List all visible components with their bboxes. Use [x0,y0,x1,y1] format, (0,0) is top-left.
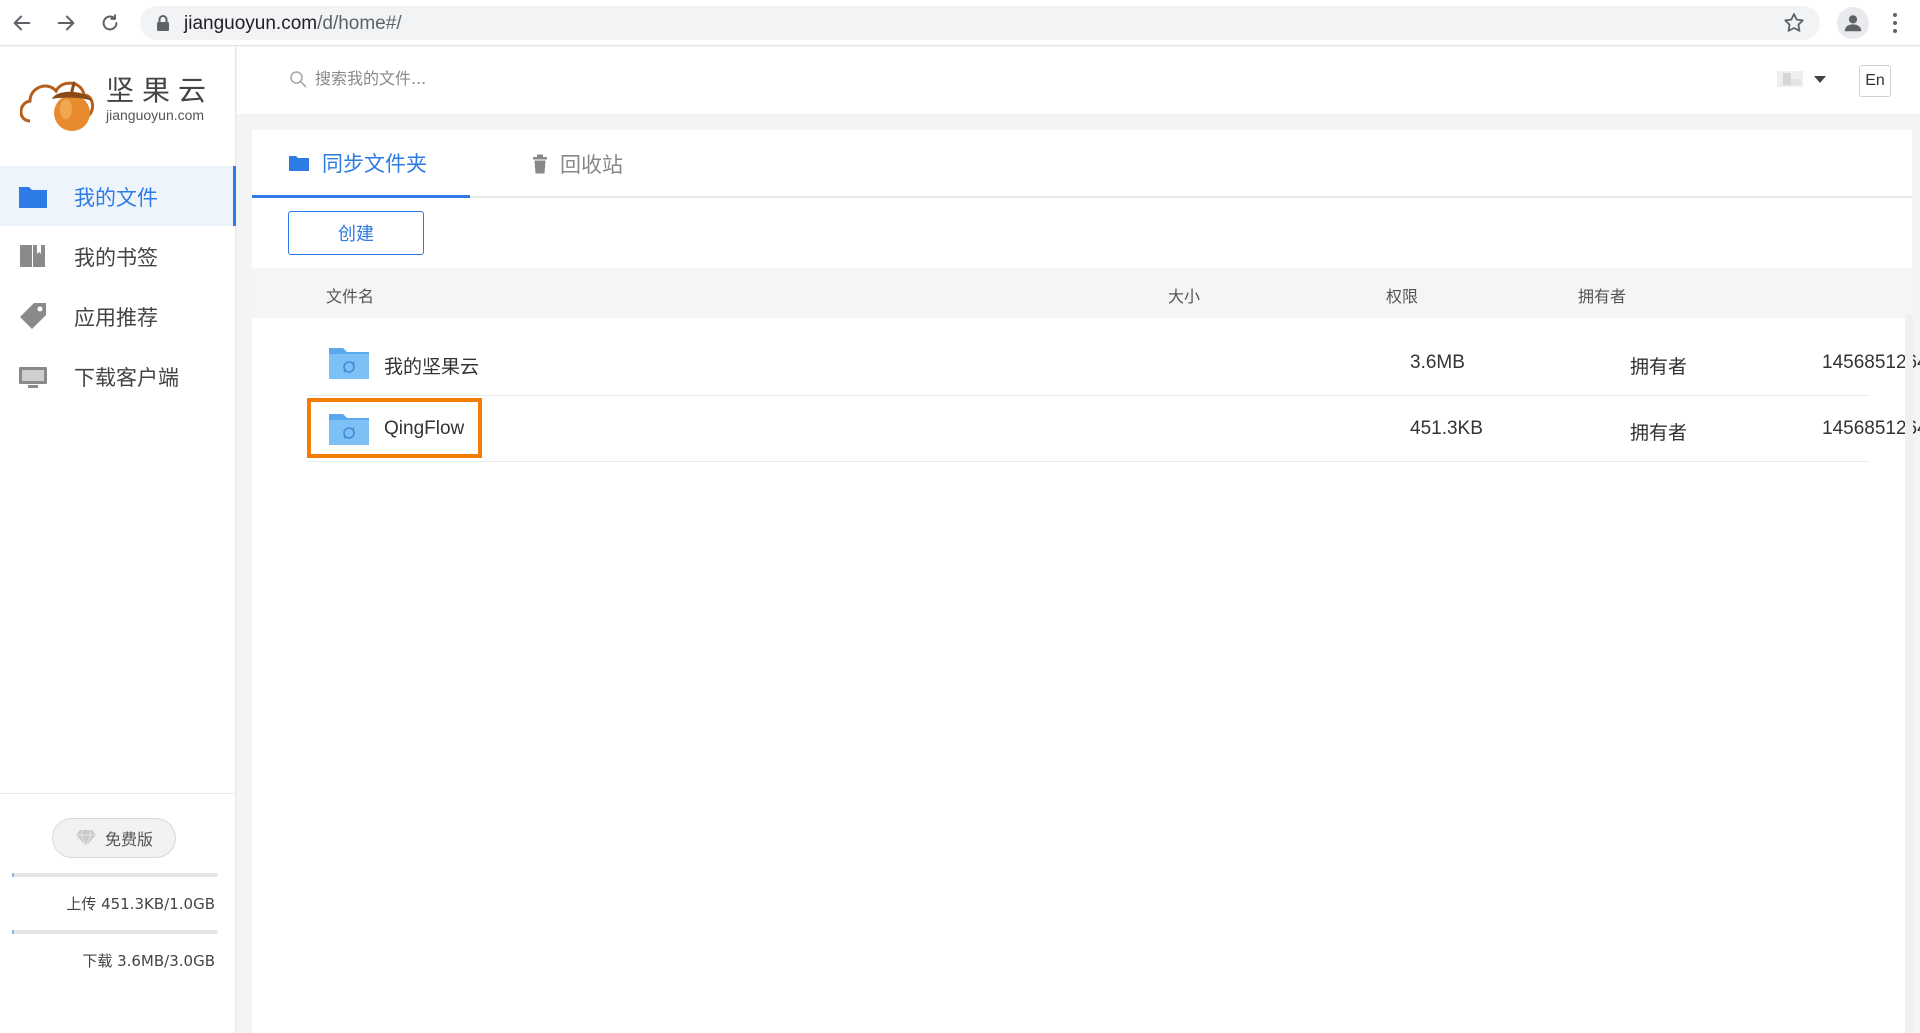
folder-icon [19,187,47,208]
upload-quota-bar [12,873,218,877]
person-icon [1844,15,1862,32]
tab-label: 同步文件夹 [322,151,427,176]
top-header: En [237,47,1920,115]
file-size: 451.3KB [1410,418,1483,439]
bookmark-star-icon[interactable] [1782,11,1806,35]
monitor-icon [19,367,47,388]
url-path: /d/home#/ [317,13,402,34]
tag-icon [20,303,46,329]
bookmark-book-icon [20,245,45,267]
sidebar-item-label: 应用推荐 [74,306,158,330]
table-row[interactable]: QingFlow 451.3KB 拥有者 1456851264@qq.com [308,396,1920,462]
back-button[interactable] [8,9,36,37]
upload-quota-text: 上传 451.3KB/1.0GB [66,895,215,913]
search-icon [290,70,307,87]
sidebar-item-label: 我的书签 [74,246,158,270]
caret-down-icon [1814,76,1826,83]
download-quota-fill [12,930,14,934]
diamond-icon [75,829,96,847]
trash-icon [533,154,547,174]
column-header-permission: 权限 [1386,287,1419,306]
sync-folder-icon [329,348,369,379]
logo-subtitle: jianguoyun.com [106,107,205,123]
reload-icon [102,14,118,31]
tab-recycle-bin[interactable]: 回收站 [532,130,662,198]
create-button[interactable]: 创建 [288,211,424,255]
column-header-size[interactable]: 大小 [1168,283,1200,307]
column-header-filename[interactable]: 文件名 [326,283,374,307]
logo[interactable]: 坚果云 jianguoyun.com [20,69,220,131]
acorn-cloud-logo-icon [20,81,94,131]
table-header: 文件名 大小 权限 拥有者 [252,268,1912,318]
search-input[interactable] [315,69,615,88]
browser-toolbar: jianguoyun.com/d/home#/ [0,0,1920,46]
sidebar-item-download-client[interactable]: 下载客户端 [0,346,236,406]
forward-button[interactable] [52,9,80,37]
reload-button[interactable] [96,9,124,37]
tab-label: 回收站 [560,153,623,177]
vertical-scrollbar[interactable] [1905,315,1913,1033]
sidebar-item-app-recommend[interactable]: 应用推荐 [0,286,236,346]
tab-bar: 同步文件夹 回收站 [252,130,1912,198]
sync-folder-icon [329,414,369,445]
lock-icon [157,15,169,31]
download-quota-bar [12,930,218,934]
profile-button[interactable] [1837,7,1869,39]
sidebar-item-bookmarks[interactable]: 我的书签 [0,226,236,286]
plan-badge[interactable]: 免费版 [52,818,176,858]
column-header-owner: 拥有者 [1578,287,1627,306]
side-menu: 我的文件 我的书签 应用推荐 下载客户端 [0,166,236,406]
plan-label: 免费版 [104,830,153,849]
search-box [289,69,615,88]
arrow-left-icon [13,15,31,31]
sidebar-item-label: 我的文件 [74,186,158,210]
sidebar-item-my-files[interactable]: 我的文件 [0,166,236,226]
url-text: jianguoyun.com/d/home#/ [184,13,402,35]
file-permission: 拥有者 [1630,357,1688,378]
upload-quota-fill [12,873,14,877]
address-bar[interactable]: jianguoyun.com/d/home#/ [140,6,1820,40]
browser-menu-button[interactable] [1886,9,1904,37]
tab-sync-folders[interactable]: 同步文件夹 [252,130,470,198]
file-size: 3.6MB [1410,352,1465,373]
download-quota-text: 下载 3.6MB/3.0GB [82,952,215,970]
logo-title: 坚果云 [106,74,215,107]
main-panel: 同步文件夹 回收站 创建 文件名 大小 权限 拥有者 我的坚果云 3.6MB 拥… [252,130,1920,1033]
file-name[interactable]: QingFlow [384,418,464,440]
file-name[interactable]: 我的坚果云 [384,352,479,379]
sidebar-divider [0,793,236,794]
sidebar: 坚果云 jianguoyun.com 我的文件 我的书签 应用推荐 下载客户端 … [0,47,236,1033]
user-avatar-icon [1777,71,1803,87]
table-row[interactable]: 我的坚果云 3.6MB 拥有者 1456851264@qq.com [308,330,1920,396]
language-button[interactable]: En [1859,65,1891,97]
user-menu[interactable] [1777,69,1827,89]
folder-icon [289,155,309,171]
sidebar-item-label: 下载客户端 [74,366,179,390]
arrow-right-icon [57,15,75,31]
url-host: jianguoyun.com [184,13,318,34]
file-permission: 拥有者 [1630,423,1688,444]
